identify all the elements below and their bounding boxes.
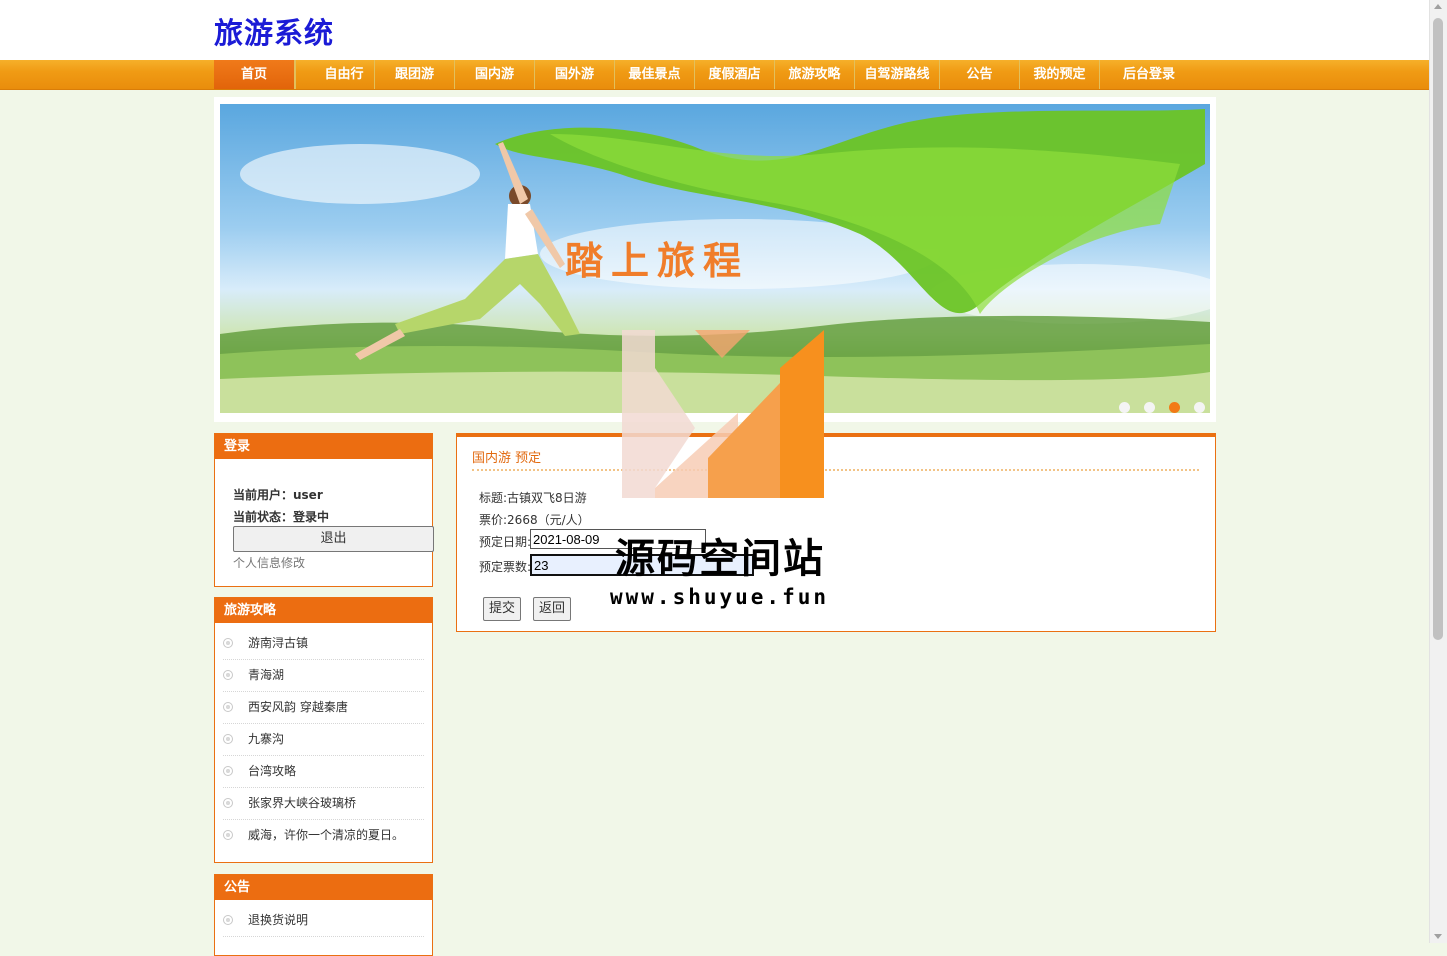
banner-frame: 踏上旅程 (214, 97, 1216, 422)
list-item[interactable]: 九寨沟 (223, 724, 424, 756)
nav-item-domestic[interactable]: 国内游 (455, 60, 535, 89)
list-item[interactable]: 张家界大峡谷玻璃桥 (223, 788, 424, 820)
nav-separator (295, 60, 296, 89)
main-nav: 首页 自由行 跟团游 国内游 国外游 最佳景点 度假酒店 旅游攻略 自驾游路线 … (0, 60, 1430, 90)
list-item[interactable]: 台湾攻略 (223, 756, 424, 788)
nav-item-best-spots[interactable]: 最佳景点 (615, 60, 695, 89)
current-user: 当前用户：user (233, 488, 323, 502)
booking-price: 票价:2668（元/人） (479, 513, 590, 527)
bullet-icon (223, 638, 233, 648)
count-label: 预定票数: (479, 560, 532, 574)
current-status: 当前状态：登录中 (233, 510, 330, 524)
slide-dot-2[interactable] (1144, 402, 1155, 413)
bullet-icon (223, 915, 233, 925)
banner-slide: 踏上旅程 (220, 104, 1210, 413)
scroll-down-arrow-icon[interactable] (1434, 934, 1442, 939)
nav-item-group-tour[interactable]: 跟团游 (375, 60, 455, 89)
submit-button[interactable]: 提交 (483, 597, 522, 621)
list-item[interactable]: 西安风韵 穿越秦唐 (223, 692, 424, 724)
scroll-up-arrow-icon[interactable] (1434, 4, 1442, 9)
notices-box: 公告 退换货说明 (214, 874, 433, 956)
back-button[interactable]: 返回 (533, 597, 572, 621)
nav-item-notices[interactable]: 公告 (940, 60, 1020, 89)
divider (472, 469, 1199, 471)
ticket-count-input[interactable] (530, 554, 754, 576)
guides-list: 游南浔古镇 青海湖 西安风韵 穿越秦唐 九寨沟 台湾攻略 张家界大峡谷玻璃桥 威… (215, 623, 432, 851)
bullet-icon (223, 830, 233, 840)
bullet-icon (223, 798, 233, 808)
nav-item-admin-login[interactable]: 后台登录 (1100, 60, 1198, 89)
nav-item-home[interactable]: 首页 (214, 60, 295, 89)
slide-dot-3[interactable] (1169, 402, 1180, 413)
page-scrollbar[interactable] (1429, 0, 1447, 943)
banner-caption: 踏上旅程 (565, 238, 750, 283)
login-box-title: 登录 (215, 434, 432, 459)
notices-box-title: 公告 (215, 875, 432, 900)
booking-panel: 国内游 预定 标题:古镇双飞8日游 票价:2668（元/人） 预定日期: 预定票… (456, 433, 1216, 632)
logout-button[interactable]: 退出 (233, 526, 434, 552)
date-label: 预定日期: (479, 535, 532, 549)
list-item[interactable]: 游南浔古镇 (223, 628, 424, 660)
nav-item-guides[interactable]: 旅游攻略 (775, 60, 855, 89)
nav-item-overseas[interactable]: 国外游 (535, 60, 615, 89)
bullet-icon (223, 766, 233, 776)
guides-box: 旅游攻略 游南浔古镇 青海湖 西安风韵 穿越秦唐 九寨沟 台湾攻略 张家界大峡谷… (214, 597, 433, 863)
slide-dot-1[interactable] (1119, 402, 1130, 413)
slide-dot-4[interactable] (1194, 402, 1205, 413)
site-title[interactable]: 旅游系统 (214, 10, 334, 52)
list-item[interactable]: 退换货说明 (223, 905, 424, 937)
booking-title: 标题:古镇双飞8日游 (479, 491, 587, 505)
profile-edit-link[interactable]: 个人信息修改 (233, 554, 305, 571)
bullet-icon (223, 670, 233, 680)
nav-item-free-travel[interactable]: 自由行 (314, 60, 375, 89)
list-item[interactable]: 威海，许你一个清凉的夏日。 (223, 820, 424, 851)
bullet-icon (223, 734, 233, 744)
notices-list: 退换货说明 (215, 900, 432, 937)
list-item[interactable]: 青海湖 (223, 660, 424, 692)
login-box: 登录 当前用户：user 当前状态：登录中 退出 个人信息修改 (214, 433, 434, 587)
guides-box-title: 旅游攻略 (215, 598, 432, 623)
booking-date-input[interactable] (530, 529, 706, 549)
bullet-icon (223, 702, 233, 712)
nav-item-my-bookings[interactable]: 我的预定 (1020, 60, 1100, 89)
scroll-thumb[interactable] (1433, 18, 1443, 640)
booking-heading: 国内游 预定 (472, 451, 542, 466)
header: 旅游系统 (0, 0, 1430, 60)
nav-item-hotels[interactable]: 度假酒店 (695, 60, 775, 89)
nav-item-self-drive[interactable]: 自驾游路线 (855, 60, 940, 89)
